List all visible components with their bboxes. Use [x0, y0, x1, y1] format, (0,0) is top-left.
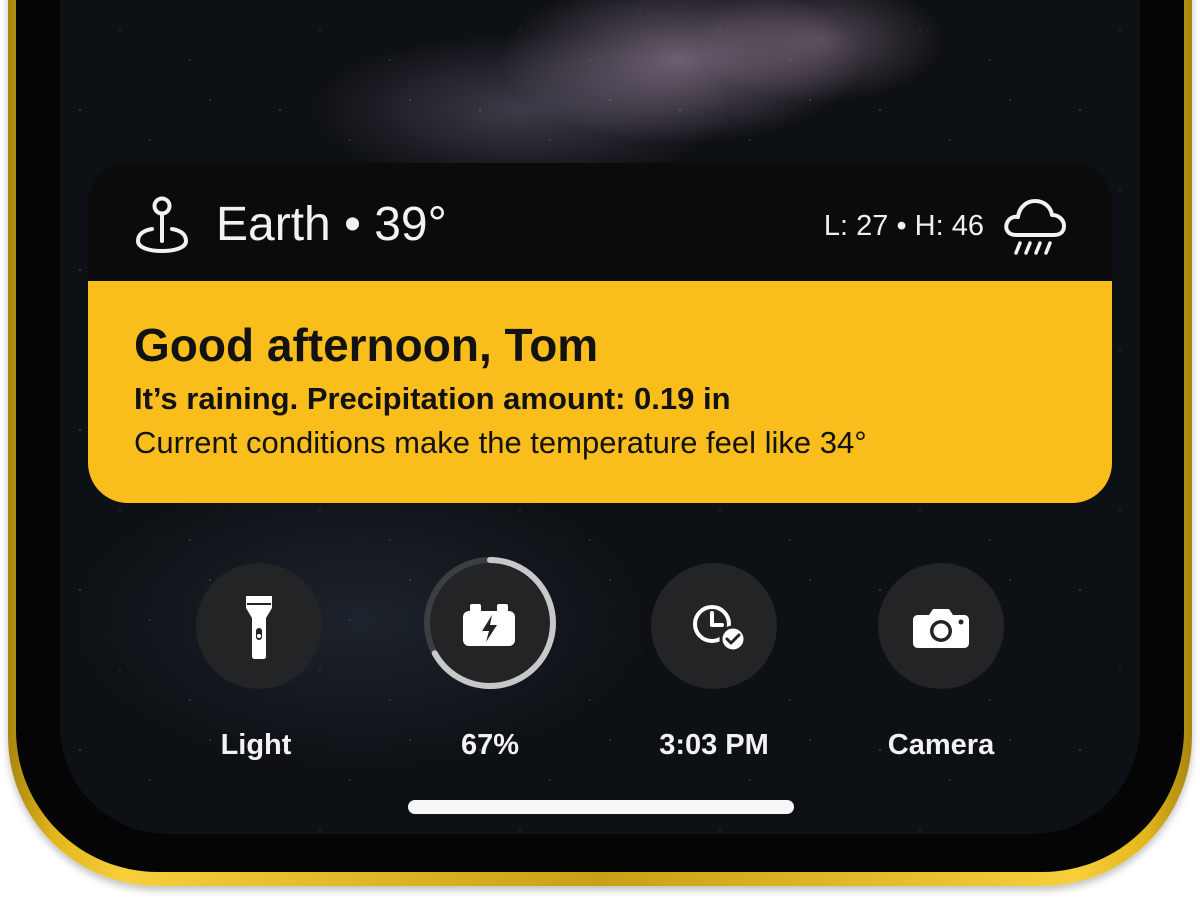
low-temperature: L: 27	[823, 210, 889, 242]
location-separator: •	[344, 198, 361, 251]
weather-widget[interactable]: Earth • 39° L: 27 • H: 46 Good afternoon…	[88, 163, 1112, 503]
home-indicator[interactable]	[408, 800, 794, 814]
low-high-temperature: L: 27 • H: 46	[824, 208, 984, 244]
greeting-text: Good afternoon, Tom	[134, 319, 599, 371]
camera-button[interactable]	[878, 563, 1004, 689]
location-temperature: Earth • 39°	[216, 197, 447, 253]
location-pin-icon	[135, 196, 189, 254]
clock-time-label: 3:03 PM	[659, 729, 769, 761]
feels-like-text: Current conditions make the temperature …	[134, 425, 867, 460]
camera-label: Camera	[887, 729, 995, 761]
cloud-rain-icon	[1004, 199, 1066, 255]
clock-check-icon	[693, 605, 747, 653]
flashlight-button[interactable]	[196, 563, 322, 689]
hilo-separator: •	[896, 210, 907, 242]
current-temperature: 39°	[374, 198, 447, 251]
camera-icon	[913, 609, 969, 648]
weather-widget-header: Earth • 39° L: 27 • H: 46	[88, 163, 1112, 281]
weather-widget-body: Good afternoon, Tom It’s raining. Precip…	[88, 281, 1112, 503]
condition-text: It’s raining. Precipitation amount: 0.19…	[134, 381, 731, 416]
clock-button[interactable]	[651, 563, 777, 689]
flashlight-label: Light	[220, 729, 292, 761]
battery-percent-label: 67%	[460, 729, 520, 761]
location-name: Earth	[216, 198, 331, 251]
flashlight-icon	[246, 596, 272, 659]
high-temperature: H: 46	[914, 210, 984, 242]
battery-level-ring	[424, 557, 556, 689]
